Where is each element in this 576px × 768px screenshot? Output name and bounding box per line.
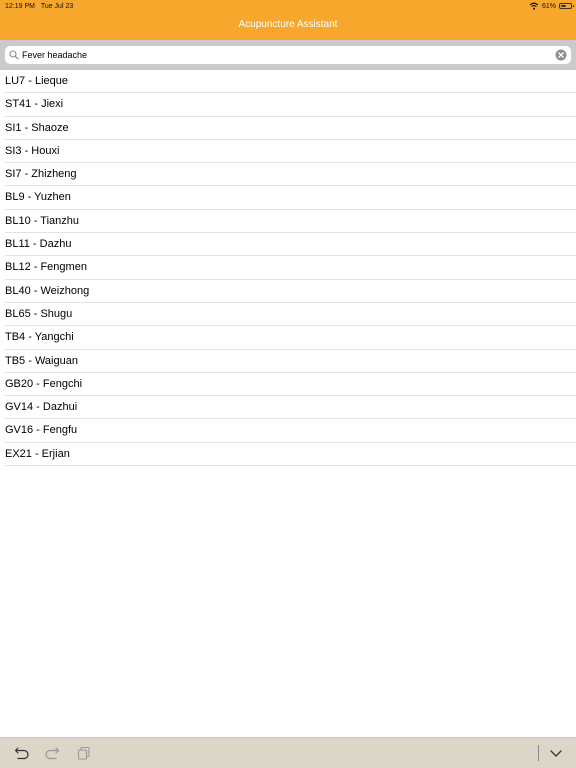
battery-percentage: 61% — [541, 2, 556, 10]
status-date: Tue Jul 23 — [40, 3, 74, 10]
list-item[interactable]: ST41 - Jiexi — [0, 93, 576, 117]
list-item[interactable]: TB4 - Yangchi — [0, 326, 576, 350]
battery-icon — [559, 3, 574, 9]
redo-icon[interactable] — [44, 745, 60, 761]
list-item[interactable]: SI1 - Shaoze — [0, 117, 576, 141]
search-icon — [9, 50, 19, 60]
chevron-down-icon[interactable] — [548, 745, 564, 761]
navigation-header: 12:19 PM Tue Jul 23 61% Acupuncture Assi… — [0, 0, 576, 40]
list-item[interactable]: BL40 - Weizhong — [0, 280, 576, 304]
list-item[interactable]: BL11 - Dazhu — [0, 233, 576, 257]
paste-icon[interactable] — [76, 745, 92, 761]
list-item[interactable]: GB20 - Fengchi — [0, 373, 576, 397]
list-item[interactable]: TB5 - Waiguan — [0, 350, 576, 374]
search-input-value[interactable]: Fever headache — [22, 48, 87, 62]
list-item[interactable]: SI7 - Zhizheng — [0, 163, 576, 187]
search-bar: Fever headache — [0, 40, 576, 70]
search-input[interactable]: Fever headache — [5, 46, 571, 64]
status-clock: 12:19 PM — [5, 3, 35, 10]
list-item[interactable]: BL10 - Tianzhu — [0, 210, 576, 234]
wifi-icon — [529, 2, 539, 10]
undo-icon[interactable] — [14, 745, 30, 761]
results-list: LU7 - Lieque ST41 - Jiexi SI1 - Shaoze S… — [0, 70, 576, 467]
toolbar-divider — [538, 745, 539, 761]
clear-icon[interactable] — [555, 49, 567, 61]
list-item[interactable]: SI3 - Houxi — [0, 140, 576, 164]
list-item[interactable]: GV14 - Dazhui — [0, 396, 576, 420]
status-time: 12:19 PM Tue Jul 23 — [5, 2, 73, 11]
list-item[interactable]: LU7 - Lieque — [0, 70, 576, 94]
keyboard-toolbar — [0, 737, 576, 768]
list-item[interactable]: BL65 - Shugu — [0, 303, 576, 327]
list-item[interactable]: EX21 - Erjian — [0, 443, 576, 467]
list-item[interactable]: GV16 - Fengfu — [0, 419, 576, 444]
app-window: 12:19 PM Tue Jul 23 61% Acupuncture Assi… — [0, 0, 576, 768]
list-item[interactable]: BL12 - Fengmen — [0, 256, 576, 280]
status-indicators: 61% — [529, 1, 574, 11]
list-item[interactable]: BL9 - Yuzhen — [0, 186, 576, 211]
page-title: Acupuncture Assistant — [238, 19, 338, 30]
